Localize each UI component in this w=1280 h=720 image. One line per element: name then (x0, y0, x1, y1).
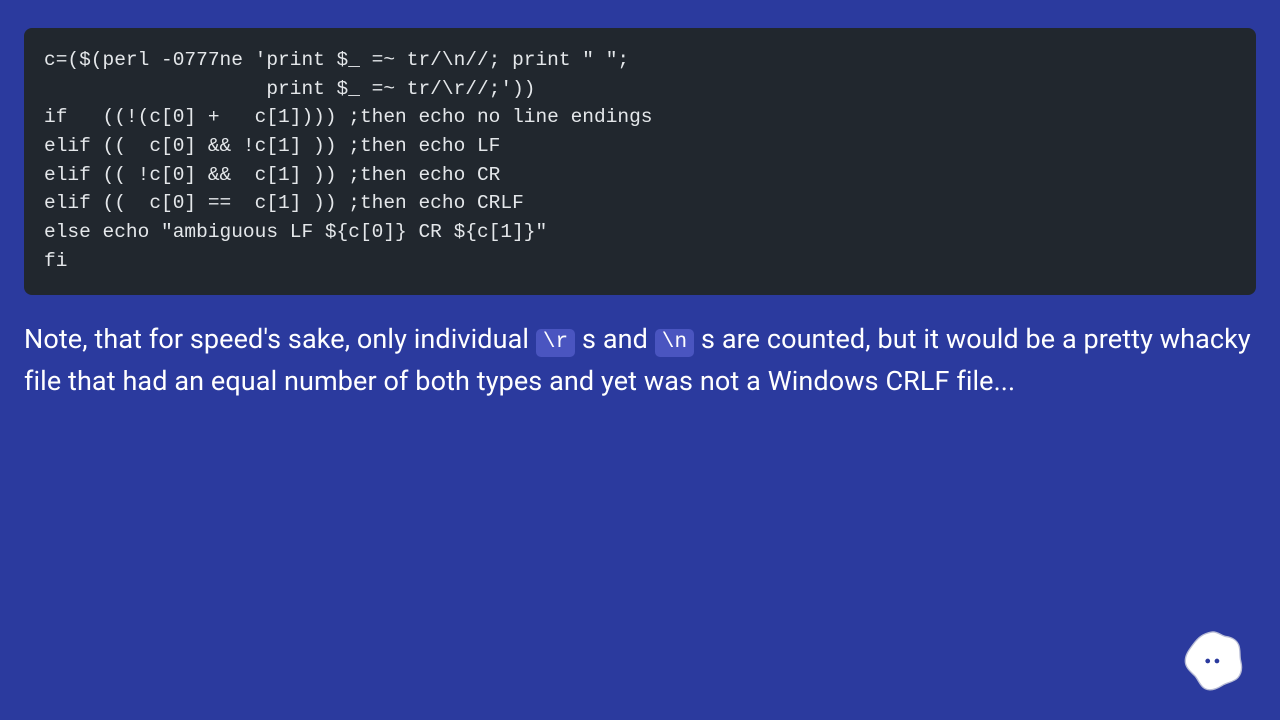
code-line: if ((!(c[0] + c[1]))) ;then echo no line… (44, 106, 653, 128)
note-text: Note, that for speed's sake, only indivi… (24, 323, 536, 355)
inline-code-r: \r (536, 329, 575, 357)
code-line: c=($(perl -0777ne 'print $_ =~ tr/\n//; … (44, 49, 629, 71)
blob-icon (1180, 628, 1246, 694)
code-line: else echo "ambiguous LF ${c[0]} CR ${c[1… (44, 221, 547, 243)
note-paragraph: Note, that for speed's sake, only indivi… (24, 319, 1256, 403)
code-line: elif (( c[0] == c[1] )) ;then echo CRLF (44, 192, 524, 214)
code-line: elif (( !c[0] && c[1] )) ;then echo CR (44, 164, 500, 186)
assistant-avatar[interactable] (1180, 628, 1246, 694)
inline-code-n: \n (655, 329, 694, 357)
code-line: fi (44, 250, 67, 272)
note-text: s and (575, 323, 655, 355)
code-text: c=($(perl -0777ne 'print $_ =~ tr/\n//; … (44, 46, 1236, 275)
code-block: c=($(perl -0777ne 'print $_ =~ tr/\n//; … (24, 28, 1256, 295)
code-line: elif (( c[0] && !c[1] )) ;then echo LF (44, 135, 500, 157)
code-line: print $_ =~ tr/\r//;')) (44, 78, 535, 100)
page-content: c=($(perl -0777ne 'print $_ =~ tr/\n//; … (0, 0, 1280, 403)
